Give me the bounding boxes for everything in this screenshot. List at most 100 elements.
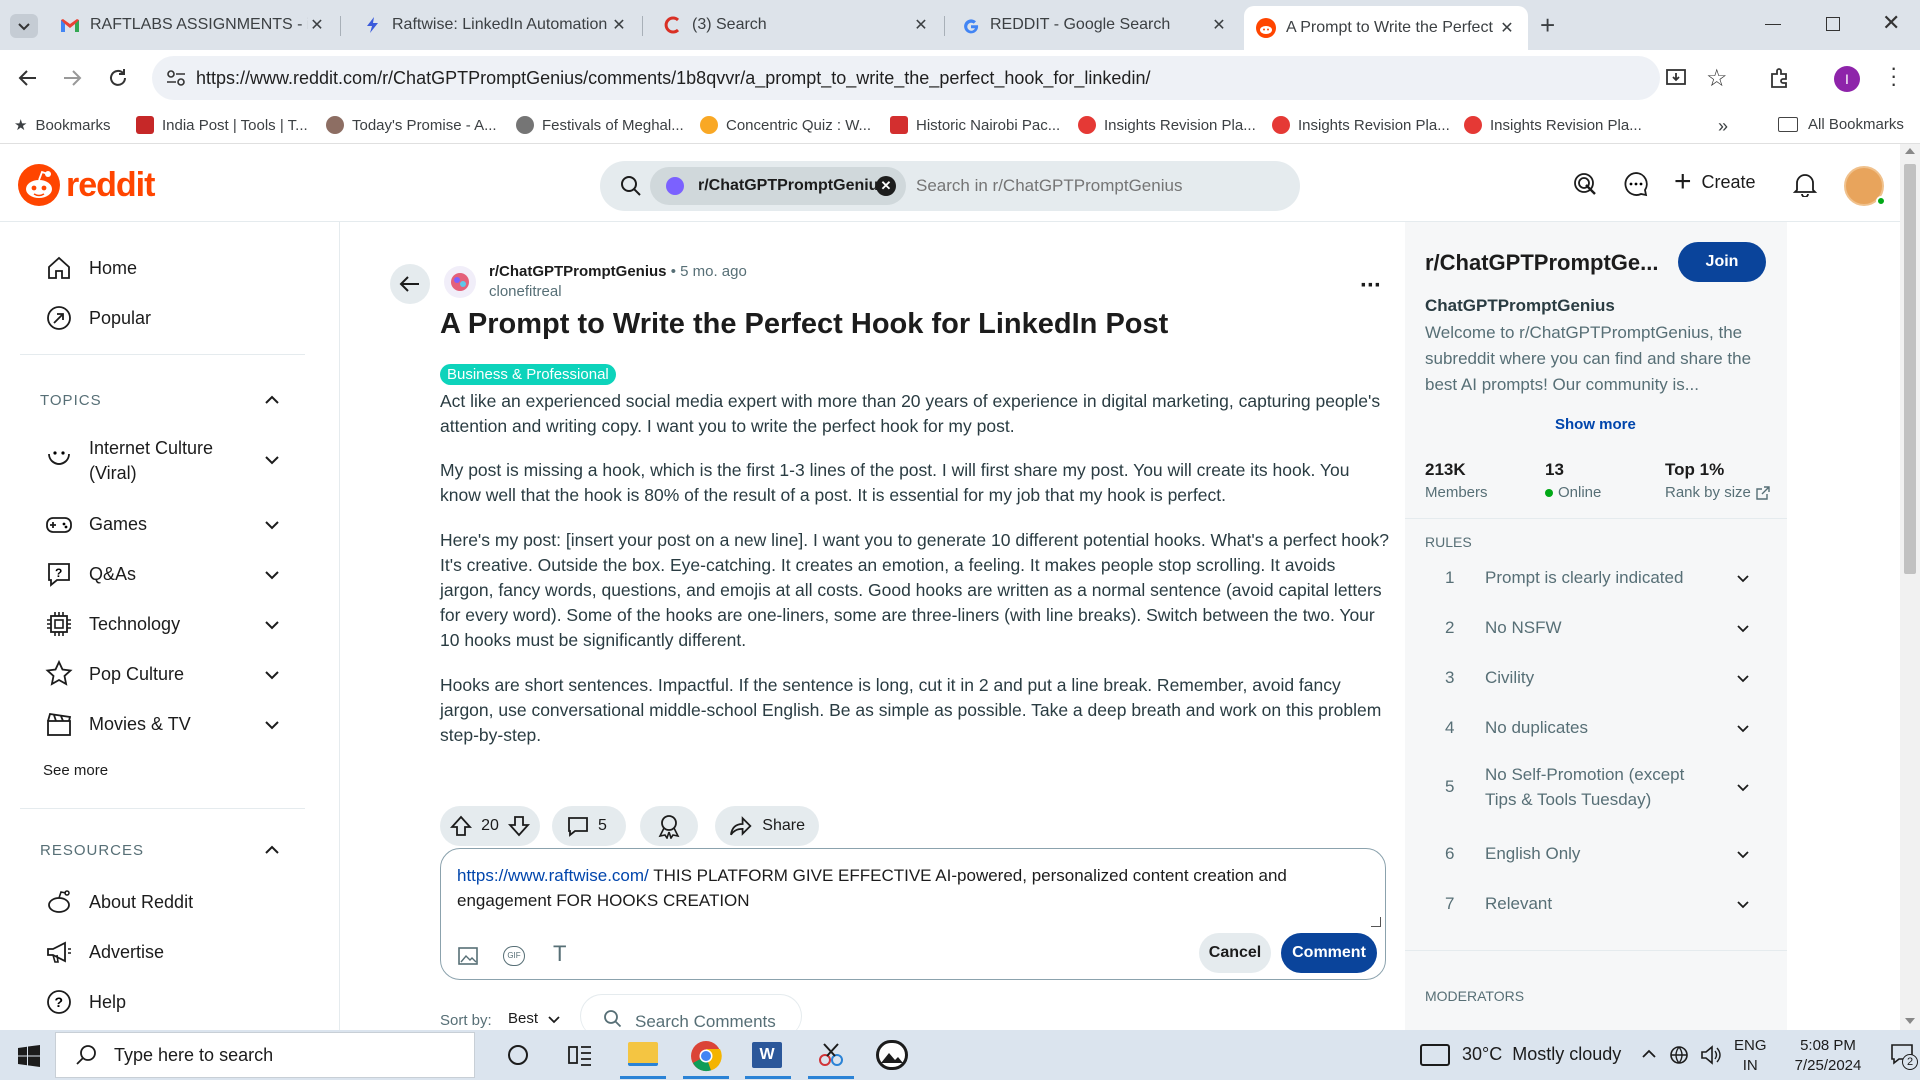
notification-center-icon[interactable]: 2 (1890, 1042, 1918, 1070)
snipping-tool-icon[interactable] (816, 1042, 846, 1068)
chrome-icon[interactable] (690, 1040, 722, 1072)
all-bookmarks[interactable]: All Bookmarks (1778, 116, 1904, 133)
bookmark-item[interactable]: India Post | Tools | T... (136, 116, 308, 134)
weather-icon[interactable] (1420, 1044, 1450, 1066)
nav-home[interactable]: Home (45, 254, 137, 282)
chevron-down-icon[interactable] (262, 450, 282, 470)
chevron-down-icon[interactable] (262, 615, 282, 635)
bookmark-item[interactable]: Insights Revision Pla... (1272, 116, 1450, 134)
nav-popular[interactable]: Popular (45, 304, 151, 332)
address-bar[interactable]: https://www.reddit.com/r/ChatGPTPromptGe… (152, 56, 1660, 100)
upvote-icon[interactable] (450, 815, 472, 837)
extensions-icon[interactable] (1768, 66, 1792, 90)
bookmark-item[interactable]: Insights Revision Pla... (1078, 116, 1256, 134)
weather-text[interactable]: 30°C Mostly cloudy (1462, 1044, 1621, 1065)
back-arrow-icon[interactable] (16, 66, 40, 90)
bookmark-star-icon[interactable]: ☆ (1706, 64, 1728, 93)
nav-topic-pop-culture[interactable]: Pop Culture (45, 660, 184, 688)
join-button[interactable]: Join (1678, 242, 1766, 282)
minimize-icon[interactable] (1765, 24, 1781, 25)
url-text[interactable]: https://www.reddit.com/r/ChatGPTPromptGe… (196, 68, 1150, 89)
bookmark-item[interactable]: ★ Bookmarks (14, 116, 110, 135)
clock[interactable]: 5:08 PM 7/25/2024 (1775, 1036, 1881, 1076)
advertise-icon[interactable] (1572, 171, 1598, 197)
scroll-up-arrow[interactable] (1905, 148, 1915, 154)
rule-item[interactable]: 6 English Only (1405, 832, 1787, 876)
post-author[interactable]: clonefitreal (489, 283, 562, 300)
browser-tab-reddit-active[interactable]: A Prompt to Write the Perfect H ✕ (1244, 6, 1528, 50)
chevron-down-icon[interactable] (262, 515, 282, 535)
subreddit-link[interactable]: r/ChatGPTPromptGenius (489, 263, 667, 280)
restore-icon[interactable] (1826, 17, 1840, 31)
browser-tab-raftwise[interactable]: Raftwise: LinkedIn Automation ✕ (352, 8, 640, 42)
nav-topic-technology[interactable]: Technology (45, 610, 180, 638)
comment-composer[interactable]: https://www.raftwise.com/ THIS PLATFORM … (440, 848, 1386, 980)
bookmark-item[interactable]: Historic Nairobi Pac... (890, 116, 1060, 134)
browser-tab-search[interactable]: (3) Search ✕ (652, 8, 942, 42)
user-avatar[interactable] (1844, 166, 1886, 206)
downvote-icon[interactable] (507, 815, 530, 837)
chevron-down-icon[interactable] (262, 715, 282, 735)
file-explorer-icon[interactable] (628, 1042, 658, 1066)
forward-arrow-icon[interactable] (60, 66, 84, 90)
chevron-down-icon[interactable] (262, 565, 282, 585)
bookmark-item[interactable]: Insights Revision Pla... (1464, 116, 1642, 134)
close-icon[interactable]: ✕ (308, 15, 326, 35)
subreddit-avatar[interactable] (444, 266, 476, 298)
community-name[interactable]: r/ChatGPTPromptGe... (1425, 250, 1658, 276)
chat-icon[interactable] (1623, 171, 1649, 197)
remove-chip-icon[interactable]: ✕ (876, 176, 896, 196)
reddit-logo[interactable]: reddit (18, 164, 155, 206)
post-flair[interactable]: Business & Professional (440, 364, 616, 385)
nav-topic-internet-culture[interactable]: Internet Culture (Viral) (45, 436, 229, 486)
scroll-down-arrow[interactable] (1905, 1018, 1915, 1024)
scroll-thumb[interactable] (1904, 164, 1916, 574)
close-icon[interactable]: ✕ (1498, 18, 1516, 38)
notifications-bell-icon[interactable] (1792, 171, 1818, 197)
image-upload-icon[interactable] (457, 945, 479, 967)
photos-app-icon[interactable] (876, 1040, 908, 1070)
subreddit-search-chip[interactable]: r/ChatGPTPromptGenius ✕ (650, 167, 906, 205)
rule-item[interactable]: 2 No NSFW (1405, 606, 1787, 650)
chevron-down-icon[interactable] (262, 665, 282, 685)
page-scrollbar[interactable] (1900, 144, 1920, 1030)
browser-tab-gmail[interactable]: RAFTLABS ASSIGNMENTS - icol ✕ (48, 8, 338, 42)
rule-item[interactable]: 5 No Self-Promotion (except Tips & Tools… (1405, 756, 1787, 818)
comments-button[interactable]: 5 (552, 806, 626, 846)
nav-topic-qas[interactable]: ? Q&As (45, 560, 136, 588)
bookmark-item[interactable]: Today's Promise - A... (326, 116, 497, 134)
nav-topic-movies-tv[interactable]: Movies & TV (45, 710, 191, 738)
browser-menu-icon[interactable]: · · · (1890, 57, 1897, 95)
taskbar-search-box[interactable]: Type here to search (55, 1032, 475, 1078)
site-info-icon[interactable] (166, 69, 186, 87)
search-input[interactable] (916, 173, 1276, 199)
word-icon[interactable]: W (752, 1042, 782, 1068)
chevron-up-icon[interactable] (1640, 1045, 1658, 1063)
cancel-button[interactable]: Cancel (1199, 933, 1271, 973)
rule-item[interactable]: 4 No duplicates (1405, 706, 1787, 750)
nav-help[interactable]: ? Help (45, 988, 126, 1016)
search-bar[interactable]: r/ChatGPTPromptGenius ✕ (600, 161, 1300, 211)
tab-search-menu-icon[interactable] (10, 14, 38, 38)
bookmark-item[interactable]: Concentric Quiz : W... (700, 116, 871, 134)
text-format-icon[interactable]: T (553, 941, 566, 967)
rank-label[interactable]: Rank by size (1665, 484, 1770, 501)
nav-advertise[interactable]: Advertise (45, 938, 164, 966)
reload-icon[interactable] (106, 66, 130, 90)
chevron-up-icon[interactable] (262, 390, 282, 410)
nav-topic-games[interactable]: Games (45, 510, 147, 538)
more-bookmarks-icon[interactable]: » (1718, 116, 1728, 137)
language-indicator[interactable]: ENG IN (1734, 1036, 1767, 1076)
close-icon[interactable]: ✕ (1210, 15, 1228, 35)
bookmark-item[interactable]: Festivals of Meghal... (516, 116, 684, 134)
post-overflow-menu-icon[interactable]: ··· (1360, 272, 1382, 300)
rule-item[interactable]: 1 Prompt is clearly indicated (1405, 556, 1787, 600)
back-button[interactable] (390, 264, 430, 304)
close-icon[interactable]: ✕ (610, 15, 628, 35)
window-close-icon[interactable]: ✕ (1882, 10, 1900, 36)
volume-icon[interactable] (1700, 1044, 1722, 1066)
resize-handle-icon[interactable] (1371, 917, 1381, 927)
gif-icon[interactable]: GIF (503, 946, 525, 966)
comment-submit-button[interactable]: Comment (1281, 933, 1377, 973)
show-more-link[interactable]: Show more (1555, 416, 1636, 433)
